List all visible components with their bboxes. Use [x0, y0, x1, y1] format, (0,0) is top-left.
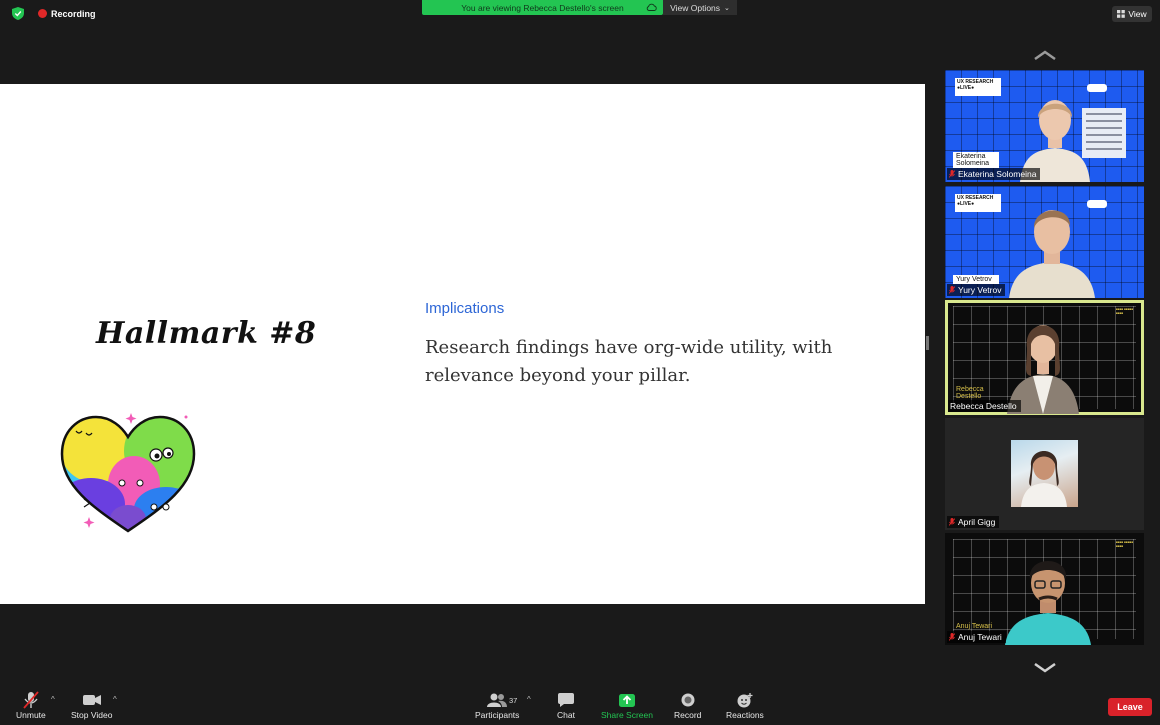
person-photo: [1021, 451, 1067, 507]
participants-label: Participants: [475, 710, 520, 720]
view-options-label: View Options: [670, 2, 721, 13]
unmute-label: Unmute: [16, 710, 46, 720]
ux-research-live-logo: UX RESEARCH ●LIVE●: [955, 194, 1001, 212]
participant-nametag: Yury Vetrov: [947, 284, 1006, 296]
participant-name: Ekaterina Solomeina: [958, 169, 1037, 179]
slide-heading: Implications: [425, 300, 505, 317]
stream-name-label: Ekaterina Solomeina: [953, 152, 999, 168]
record-button[interactable]: Record: [674, 690, 701, 720]
grid-view-icon: [1117, 10, 1126, 18]
participants-icon: [487, 693, 508, 707]
live-text: ●LIVE●: [957, 85, 975, 91]
small-badge: [1087, 84, 1107, 92]
view-label: View: [1128, 9, 1147, 19]
participant-name: Yury Vetrov: [958, 285, 1002, 295]
participant-name: Rebecca Destello: [950, 401, 1017, 411]
chat-button[interactable]: Chat: [557, 690, 575, 720]
scroll-down-chevron-icon[interactable]: [1033, 663, 1057, 673]
person-video: [1007, 325, 1079, 414]
audio-options-chevron-icon[interactable]: ^: [51, 695, 55, 704]
person-video: [1009, 210, 1095, 298]
cloud-icon: [646, 3, 657, 11]
share-screen-icon: [618, 693, 635, 707]
video-tile-april[interactable]: April Gigg: [945, 418, 1144, 530]
participants-button[interactable]: Participants: [475, 690, 519, 720]
brand-text-block: ■■■■ ■■■■■ ■■■■: [1116, 307, 1134, 315]
ux-research-live-logo: UX RESEARCH ●LIVE●: [955, 78, 1001, 96]
video-options-chevron-icon[interactable]: ^: [113, 695, 117, 704]
video-tile-anuj[interactable]: ■■■■ ■■■■■ ■■■■ Anuj Tewari Anuj Tewari: [945, 533, 1144, 645]
muted-microphone-icon: [23, 691, 39, 709]
video-camera-icon: [82, 695, 101, 705]
viewing-banner: You are viewing Rebecca Destello's scree…: [422, 0, 663, 15]
video-tile-rebecca[interactable]: ■■■■ ■■■■■ ■■■■ Rebecca Destello Rebecca…: [945, 300, 1144, 415]
view-options-button[interactable]: View Options ⌄: [663, 0, 737, 15]
shared-screen-slide: Hallmark #8 Implications Research findin…: [0, 84, 925, 604]
brand-text-block: ■■■■ ■■■■■ ■■■■: [1116, 540, 1134, 548]
video-tile-yury[interactable]: UX RESEARCH ●LIVE● Yury Vetrov Yury Vetr…: [945, 186, 1144, 298]
recording-dot-icon: [38, 9, 47, 18]
chat-bubble-icon: [557, 693, 574, 707]
record-label: Record: [674, 710, 702, 720]
share-screen-label: Share Screen: [601, 710, 653, 720]
shield-icon[interactable]: [12, 7, 24, 20]
participant-nametag: Rebecca Destello: [948, 400, 1021, 412]
stop-video-button[interactable]: Stop Video: [71, 690, 112, 720]
unmute-button[interactable]: Unmute: [16, 690, 46, 720]
viewing-banner-text: You are viewing Rebecca Destello's scree…: [461, 2, 624, 13]
meeting-toolbar: Unmute ^ Stop Video ^ Participants 37 ^ …: [0, 688, 1160, 725]
scroll-up-chevron-icon[interactable]: [1033, 50, 1057, 60]
chevron-down-icon: ⌄: [724, 4, 730, 12]
participant-count: 37: [509, 696, 518, 705]
panel-resize-handle[interactable]: [926, 336, 929, 350]
video-tile-ekaterina[interactable]: UX RESEARCH ●LIVE● Ekaterina Solomeina E…: [945, 70, 1144, 182]
meeting-status: Recording: [12, 7, 96, 20]
view-button[interactable]: View: [1112, 6, 1152, 22]
muted-mic-icon: [949, 518, 955, 526]
participant-nametag: April Gigg: [947, 516, 1000, 528]
stream-name-label: Rebecca Destello: [956, 386, 984, 400]
person-video: [1005, 561, 1091, 645]
participant-nametag: Anuj Tewari: [947, 631, 1006, 643]
record-icon: [681, 693, 695, 707]
stream-name-label: Anuj Tewari: [956, 623, 993, 630]
slide-body-text: Research findings have org-wide utility,…: [425, 337, 833, 386]
live-text: ●LIVE●: [957, 201, 975, 207]
slide-hallmark-title: Hallmark #8: [96, 316, 317, 351]
reactions-button[interactable]: Reactions: [726, 690, 764, 720]
heart-illustration: [60, 413, 196, 533]
participants-options-chevron-icon[interactable]: ^: [527, 695, 531, 704]
profile-photo: [1011, 440, 1078, 507]
stream-name-label: Yury Vetrov: [953, 275, 999, 284]
muted-mic-icon: [949, 633, 955, 641]
participant-name: Anuj Tewari: [958, 632, 1002, 642]
participant-nametag: Ekaterina Solomeina: [947, 168, 1041, 180]
reactions-label: Reactions: [726, 710, 764, 720]
smiley-plus-icon: [737, 692, 753, 707]
leave-button[interactable]: Leave: [1108, 698, 1152, 716]
share-screen-button[interactable]: Share Screen: [601, 690, 653, 720]
muted-mic-icon: [949, 286, 955, 294]
participant-name: April Gigg: [958, 517, 996, 527]
recording-label[interactable]: Recording: [51, 9, 96, 19]
stop-video-label: Stop Video: [71, 710, 113, 720]
muted-mic-icon: [949, 170, 955, 178]
chat-label: Chat: [557, 710, 575, 720]
